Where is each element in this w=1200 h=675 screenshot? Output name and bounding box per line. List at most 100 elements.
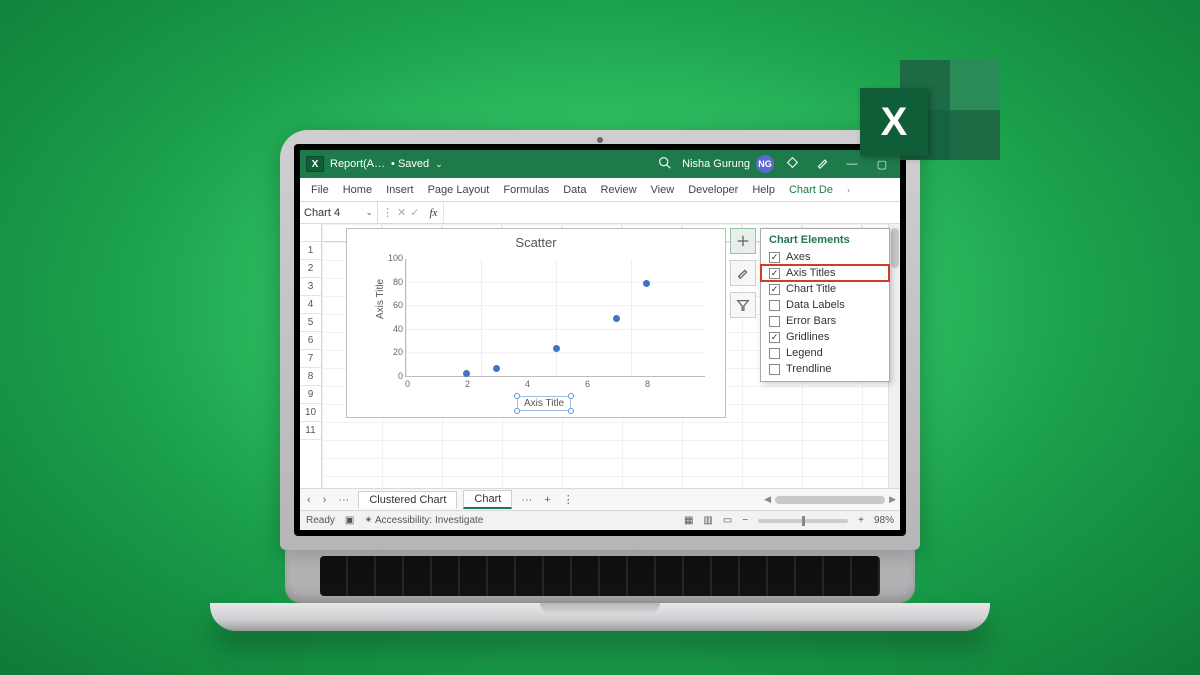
confirm-icon[interactable]: ✓ xyxy=(406,206,423,219)
checkbox[interactable]: ✓ xyxy=(769,332,780,343)
row-header[interactable]: 7 xyxy=(300,350,321,368)
scatter-point[interactable] xyxy=(643,280,650,287)
user-avatar[interactable]: NG xyxy=(756,155,774,173)
scrollbar-thumb[interactable] xyxy=(891,228,899,268)
sheet-nav-more[interactable]: ··· xyxy=(335,494,352,506)
tab-developer[interactable]: Developer xyxy=(681,184,745,196)
chart-styles-button[interactable] xyxy=(730,260,756,286)
user-name[interactable]: Nisha Gurung xyxy=(682,158,750,170)
chart-element-option[interactable]: ✓Axis Titles xyxy=(761,265,889,281)
tab-page-layout[interactable]: Page Layout xyxy=(421,184,497,196)
scrollbar-thumb[interactable] xyxy=(775,496,885,504)
chart-element-option[interactable]: Data Labels xyxy=(761,297,889,313)
tab-formulas[interactable]: Formulas xyxy=(496,184,556,196)
row-header[interactable]: 4 xyxy=(300,296,321,314)
ribbon-overflow-icon[interactable]: › xyxy=(840,185,857,195)
row-header[interactable]: 11 xyxy=(300,422,321,440)
diamond-icon[interactable] xyxy=(780,156,804,172)
row-headers: 1 2 3 4 5 6 7 8 9 10 11 xyxy=(300,224,322,488)
brush-icon[interactable] xyxy=(810,156,834,172)
view-page-break-icon[interactable]: ▭ xyxy=(723,515,732,526)
tab-insert[interactable]: Insert xyxy=(379,184,421,196)
chart-element-option[interactable]: Legend xyxy=(761,345,889,361)
selection-handle[interactable] xyxy=(514,408,520,414)
selection-handle[interactable] xyxy=(568,393,574,399)
row-header[interactable]: 2 xyxy=(300,260,321,278)
checkbox[interactable]: ✓ xyxy=(769,284,780,295)
cell-area[interactable]: D E F G H I J K L Sca xyxy=(322,224,900,488)
chart-element-option[interactable]: Error Bars xyxy=(761,313,889,329)
checkbox[interactable] xyxy=(769,316,780,327)
chart-filter-button[interactable] xyxy=(730,292,756,318)
chart-plot-area[interactable] xyxy=(405,259,705,377)
checkbox[interactable] xyxy=(769,348,780,359)
dropdown-caret-icon[interactable]: ⌄ xyxy=(435,159,443,170)
laptop-mockup: X Report(A… • Saved ⌄ Nisha Gurung NG — … xyxy=(280,130,920,631)
tab-data[interactable]: Data xyxy=(556,184,593,196)
row-header[interactable]: 3 xyxy=(300,278,321,296)
sheet-options-icon[interactable]: ⋮ xyxy=(560,493,577,506)
worksheet-grid[interactable]: 1 2 3 4 5 6 7 8 9 10 11 D xyxy=(300,224,900,488)
fx-icon[interactable]: fx xyxy=(423,207,443,219)
tab-file[interactable]: File xyxy=(304,184,336,196)
row-header[interactable]: 10 xyxy=(300,404,321,422)
scroll-left-icon[interactable]: ◀ xyxy=(764,494,771,505)
new-sheet-button[interactable]: + xyxy=(541,494,553,506)
checkbox[interactable] xyxy=(769,300,780,311)
chevron-down-icon[interactable]: ⌄ xyxy=(365,207,373,218)
scatter-point[interactable] xyxy=(463,370,470,377)
cancel-icon[interactable]: ✕ xyxy=(397,206,406,219)
chart-x-axis-title[interactable]: Axis Title xyxy=(517,396,571,411)
chart-elements-button[interactable] xyxy=(730,228,756,254)
macro-record-icon[interactable]: ▣ xyxy=(345,515,354,526)
chart-element-option[interactable]: ✓Axes xyxy=(761,249,889,265)
embedded-chart[interactable]: Scatter Axis Title 100 80 60 40 20 0 xyxy=(346,228,726,418)
tab-review[interactable]: Review xyxy=(593,184,643,196)
sheet-nav-next[interactable]: › xyxy=(320,494,330,506)
row-header[interactable]: 6 xyxy=(300,332,321,350)
scatter-point[interactable] xyxy=(493,365,500,372)
sheet-tab[interactable]: Clustered Chart xyxy=(358,491,457,508)
tab-home[interactable]: Home xyxy=(336,184,379,196)
sheet-nav-more[interactable]: ··· xyxy=(518,494,535,506)
tab-chart-design[interactable]: Chart De xyxy=(782,184,840,196)
selection-handle[interactable] xyxy=(568,408,574,414)
tab-view[interactable]: View xyxy=(644,184,682,196)
chart-element-option[interactable]: ✓ Gridlines xyxy=(761,329,889,345)
file-name: Report(A… xyxy=(330,158,385,170)
view-normal-icon[interactable]: ▦ xyxy=(684,515,693,526)
search-icon[interactable] xyxy=(652,156,676,172)
row-header[interactable]: 1 xyxy=(300,242,321,260)
zoom-in-button[interactable]: + xyxy=(858,515,864,526)
formula-input[interactable] xyxy=(443,202,900,223)
formula-bar-separator: ⋮ xyxy=(378,206,397,219)
view-page-layout-icon[interactable]: ▥ xyxy=(703,515,712,526)
chart-element-option[interactable]: Trendline xyxy=(761,361,889,377)
zoom-level[interactable]: 98% xyxy=(874,515,894,526)
scatter-point[interactable] xyxy=(613,315,620,322)
save-state[interactable]: • Saved xyxy=(391,158,429,170)
sheet-nav-prev[interactable]: ‹ xyxy=(304,494,314,506)
scroll-right-icon[interactable]: ▶ xyxy=(889,494,896,505)
row-header[interactable]: 8 xyxy=(300,368,321,386)
row-header[interactable]: 9 xyxy=(300,386,321,404)
zoom-slider[interactable] xyxy=(758,519,848,523)
sheet-tab-bar: ‹ › ··· Clustered Chart Chart ··· + ⋮ ◀ … xyxy=(300,488,900,510)
x-tick: 8 xyxy=(645,379,705,389)
accessibility-status[interactable]: ✴ Accessibility: Investigate xyxy=(364,515,483,526)
chart-element-label: Data Labels xyxy=(786,299,845,311)
name-box[interactable]: Chart 4 ⌄ xyxy=(300,202,378,223)
checkbox[interactable]: ✓ xyxy=(769,268,780,279)
chart-element-label: Gridlines xyxy=(786,331,829,343)
row-header[interactable]: 5 xyxy=(300,314,321,332)
chart-element-option[interactable]: ✓Chart Title xyxy=(761,281,889,297)
checkbox[interactable] xyxy=(769,364,780,375)
horizontal-scrollbar[interactable]: ◀ ▶ xyxy=(583,494,896,505)
zoom-out-button[interactable]: − xyxy=(742,515,748,526)
scatter-point[interactable] xyxy=(553,345,560,352)
sheet-tab[interactable]: Chart xyxy=(463,490,512,509)
selection-handle[interactable] xyxy=(514,393,520,399)
chart-title[interactable]: Scatter xyxy=(347,229,725,252)
tab-help[interactable]: Help xyxy=(745,184,782,196)
checkbox[interactable]: ✓ xyxy=(769,252,780,263)
